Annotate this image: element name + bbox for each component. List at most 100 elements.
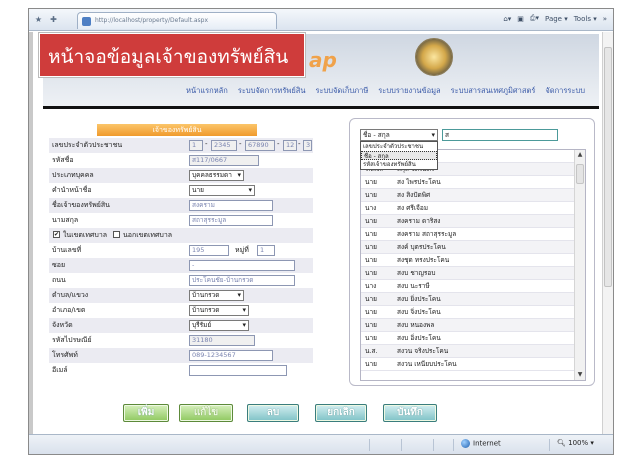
owner-name: สงคราม สถาสุรระมูล (397, 230, 457, 238)
menu-report[interactable]: ระบบรายงานข้อมูล (378, 84, 440, 98)
list-item[interactable]: นาย สงค์ บุตรประโคน (361, 241, 575, 254)
list-item[interactable]: น.ส. สงวน จริงประโคน (361, 345, 575, 358)
list-item[interactable]: นาย สง สิงปัดพิศ (361, 189, 575, 202)
zoom-control[interactable]: 🔍︎ 100% ▾ (557, 439, 594, 447)
search-field-select[interactable]: ชื่อ - สกุล (360, 129, 438, 141)
owner-name: สงบ ยิ่งประโคน (397, 295, 441, 303)
dropdown-option-owner-code[interactable]: รหัสเจ้าของทรัพย์สิน (361, 160, 437, 169)
id-card-part2-input[interactable]: 2345 (211, 140, 237, 151)
row-email: อีเมล์ (49, 363, 313, 378)
menu-tax[interactable]: ระบบจัดเก็บภาษี (315, 84, 368, 98)
list-item[interactable]: นาย สงคราม สถาสุรระมูล (361, 228, 575, 241)
out-area-checkbox[interactable] (113, 231, 120, 238)
list-item[interactable]: นาย สงบ จิ่งประโคน (361, 306, 575, 319)
owner-prefix: นาง (365, 282, 377, 290)
in-area-checkbox[interactable]: ✔ (53, 231, 60, 238)
surname-input[interactable]: สถาสุรระมูล (189, 215, 273, 226)
edit-button[interactable]: แก้ไข (179, 404, 233, 422)
security-zone[interactable]: Internet (461, 439, 501, 448)
page-scrollbar[interactable] (602, 32, 613, 435)
page-scroll-thumb[interactable] (604, 47, 612, 287)
province-select[interactable]: บุรีรัมย์ (189, 320, 249, 331)
id-card-part4-input[interactable]: 12 (283, 140, 297, 151)
scroll-up-icon[interactable]: ▲ (575, 150, 585, 160)
owner-prefix: นาย (365, 191, 377, 199)
delete-button[interactable]: ลบ (247, 404, 299, 422)
owner-name: สงค์ บุตรประโคน (397, 243, 446, 251)
search-input[interactable]: ส (442, 129, 558, 141)
owner-name: สงบ อิ่งประโคน (397, 334, 441, 342)
owner-name: สงชุด ทรงประโคน (397, 256, 450, 264)
seal-logo-icon (415, 38, 453, 76)
row-province: จังหวัด บุรีรัมย์ (49, 318, 313, 333)
menu-property[interactable]: ระบบจัดการทรัพย์สิน (238, 84, 306, 98)
add-button[interactable]: เพิ่ม (123, 404, 169, 422)
soi-input[interactable]: - (189, 260, 295, 271)
cancel-button[interactable]: ยกเลิก (315, 404, 367, 422)
label-person-type: ประเภทบุคคล (52, 171, 94, 179)
house-no-input[interactable]: 195 (189, 245, 229, 256)
save-button[interactable]: บันทึก (383, 404, 437, 422)
phone-input[interactable]: 089-1234567 (189, 350, 273, 361)
list-item[interactable]: นาง สงบ นะราษี (361, 280, 575, 293)
add-favorites-icon[interactable]: ✚ (48, 14, 59, 25)
moo-input[interactable]: 1 (257, 245, 275, 256)
label-province: จังหวัด (52, 321, 73, 329)
row-code: รหัสชื่อ ส117/0667 (49, 153, 313, 168)
status-divider (401, 439, 402, 451)
id-card-part5-input[interactable]: 3 (303, 140, 312, 151)
postcode-input[interactable]: 31180 (189, 335, 255, 346)
list-item[interactable]: นาย สงคราม ดาริสง (361, 215, 575, 228)
web-page: หน้าจอข้อมูลเจ้าของทรัพย์สิน ap หน้าแรกห… (29, 32, 613, 434)
district-select[interactable]: บ้านกรวด (189, 305, 249, 316)
list-scroll-thumb[interactable] (576, 164, 584, 184)
id-card-part3-input[interactable]: 67890 (245, 140, 275, 151)
owner-prefix: นาย (365, 243, 377, 251)
row-road: ถนน ประโคนชัย-บ้านกรวด (49, 273, 313, 288)
owner-prefix: นาย (365, 295, 377, 303)
menu-home[interactable]: หน้าแรกหลัก (186, 84, 228, 98)
list-item[interactable]: นาย สงบ ยิ่งประโคน (361, 293, 575, 306)
list-item[interactable]: นาย สงบ อิ่งประโคน (361, 332, 575, 345)
list-item[interactable]: นาย สง ไพรประโคน (361, 176, 575, 189)
dropdown-option-id-card[interactable]: เลขประจำตัวประชาชน (361, 142, 437, 151)
list-item[interactable]: นาง สง ศรีเจือม (361, 202, 575, 215)
label-email: อีเมล์ (52, 366, 68, 374)
home-icon[interactable]: ⌂▾ (503, 15, 511, 23)
owner-name-input[interactable]: สงคราม (189, 200, 273, 211)
row-person-type: ประเภทบุคคล บุคคลธรรมดา (49, 168, 313, 183)
person-type-select[interactable]: บุคคลธรรมดา (189, 170, 244, 181)
cancel-button-label: ยกเลิก (327, 407, 355, 418)
menu-gis[interactable]: ระบบสารสนเทศภูมิศาสตร์ (451, 84, 536, 98)
road-input[interactable]: ประโคนชัย-บ้านกรวด (189, 275, 295, 286)
dash-4: - (298, 140, 301, 148)
scroll-down-icon[interactable]: ▼ (575, 370, 585, 380)
list-scrollbar[interactable]: ▲ ▼ (574, 150, 585, 380)
id-card-part1-input[interactable]: 1 (189, 140, 203, 151)
list-item[interactable]: นาย สงบ หนองพล (361, 319, 575, 332)
label-road: ถนน (52, 276, 66, 284)
status-divider (369, 439, 370, 451)
dropdown-option-name[interactable]: ชื่อ - สกุล (361, 151, 437, 160)
list-item[interactable]: นาย สงชุด ทรงประโคน (361, 254, 575, 267)
page-menu[interactable]: Page ▾ (545, 15, 568, 23)
list-item[interactable]: นาย สงบ ชาญรอบ (361, 267, 575, 280)
label-postcode: รหัสไปรษณีย์ (52, 336, 92, 344)
feeds-icon[interactable]: ▣ (517, 15, 524, 23)
chevron-more-icon[interactable]: » (603, 15, 607, 23)
owner-prefix: นาย (365, 360, 377, 368)
owner-list: โคนร.ต.ต.สกุล จิตรมิตรนายสง ไพรประโคนนาย… (360, 149, 586, 381)
prefix-select[interactable]: นาย (189, 185, 255, 196)
list-item[interactable]: นาย สงวน เหนียบประโคน (361, 358, 575, 371)
owner-prefix: นาย (365, 230, 377, 238)
code-input[interactable]: ส117/0667 (189, 155, 259, 166)
tools-menu[interactable]: Tools ▾ (574, 15, 597, 23)
subdistrict-select[interactable]: บ้านกรวด (189, 290, 244, 301)
browser-tab[interactable]: http://localhost/property/Default.aspx (77, 12, 277, 29)
owner-prefix: นาย (365, 308, 377, 316)
owner-name: สง ไพรประโคน (397, 178, 441, 186)
email-input[interactable] (189, 365, 287, 376)
print-icon[interactable]: ⎙▾ (530, 14, 539, 23)
menu-admin[interactable]: จัดการระบบ (545, 84, 585, 98)
favorites-star-icon[interactable]: ★ (33, 14, 44, 25)
